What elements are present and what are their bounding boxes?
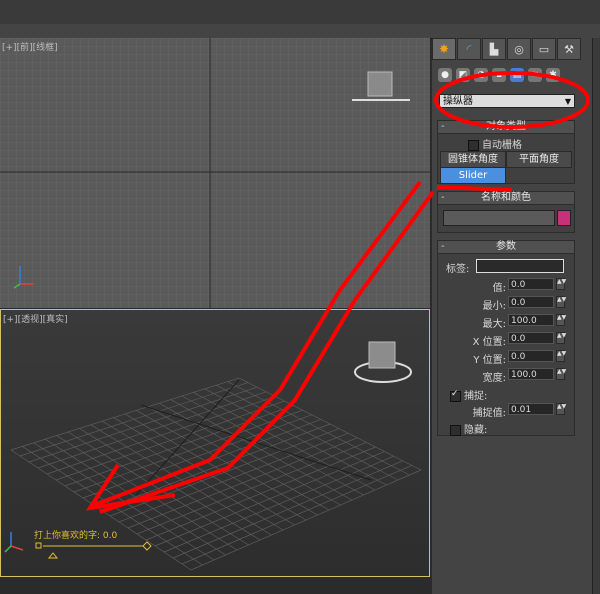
autogrid-label: 自动栅格 bbox=[482, 140, 522, 151]
hammer-icon: ⚒ bbox=[564, 42, 574, 56]
curve-icon: ◜ bbox=[466, 42, 472, 56]
snap-label: 捕捉: bbox=[464, 391, 488, 402]
snap-value-label: 捕捉值: bbox=[472, 408, 506, 419]
chevron-down-icon: ▼ bbox=[564, 97, 571, 106]
view-name[interactable]: [透视] bbox=[18, 315, 43, 325]
slider-button[interactable]: Slider bbox=[440, 167, 506, 184]
spinner-arrows-icon[interactable]: ▲▼ bbox=[556, 403, 566, 415]
rollout-header[interactable]: - 参数 bbox=[438, 241, 574, 254]
dropdown-value: 操纵器 bbox=[443, 96, 473, 107]
geometry-icon[interactable]: ● bbox=[438, 68, 452, 82]
value-label: 值: bbox=[492, 283, 506, 294]
hierarchy-tab[interactable]: ▙ bbox=[482, 38, 506, 60]
utilities-tab[interactable]: ⚒ bbox=[557, 38, 581, 60]
lights-icon[interactable]: ◔ bbox=[474, 68, 488, 82]
view-name[interactable]: [前] bbox=[17, 43, 33, 53]
shading-mode[interactable]: [真实] bbox=[43, 315, 68, 325]
label-input[interactable] bbox=[476, 259, 564, 273]
snap-value-spinner[interactable]: 0.01 bbox=[508, 403, 554, 415]
monitor-icon: ▭ bbox=[538, 42, 550, 56]
snap-checkbox[interactable] bbox=[450, 389, 461, 402]
min-label: 最小: bbox=[482, 301, 506, 312]
command-tabs: ✸ ◜ ▙ ◎ ▭ ⚒ bbox=[432, 38, 592, 60]
width-row: 宽度: 100.0 ▲▼ bbox=[438, 368, 574, 384]
shading-mode[interactable]: [线框] bbox=[33, 43, 58, 53]
x-position-spinner[interactable]: 0.0 bbox=[508, 332, 554, 344]
snap-row[interactable]: 捕捉: bbox=[450, 387, 487, 402]
slider-manipulator bbox=[35, 541, 152, 559]
create-tab[interactable]: ✸ bbox=[432, 38, 456, 60]
rollout-title: 名称和颜色 bbox=[481, 192, 531, 203]
shapes-icon[interactable]: ◩ bbox=[456, 68, 470, 82]
rollout-header[interactable]: - 名称和颜色 bbox=[438, 192, 574, 205]
motion-tab[interactable]: ◎ bbox=[507, 38, 531, 60]
cameras-icon[interactable]: ▪ bbox=[492, 68, 506, 82]
front-grid bbox=[0, 38, 430, 308]
max-label: 最大: bbox=[482, 319, 506, 330]
viewcube-icon bbox=[354, 341, 412, 383]
main-toolbar bbox=[0, 0, 600, 25]
width-spinner[interactable]: 100.0 bbox=[508, 368, 554, 380]
rollout-header[interactable]: - 对象类型 bbox=[438, 121, 574, 134]
value-spinner[interactable]: 0.0 bbox=[508, 278, 554, 290]
rollout-title: 参数 bbox=[496, 241, 516, 252]
spinner-arrows-icon[interactable]: ▲▼ bbox=[556, 368, 566, 380]
min-spinner[interactable]: 0.0 bbox=[508, 296, 554, 308]
viewport-menu[interactable]: [+] bbox=[3, 315, 18, 325]
plane-angle-button[interactable]: 平面角度 bbox=[506, 151, 572, 168]
spacewarps-icon[interactable]: ≋ bbox=[528, 68, 542, 82]
object-type-rollout: - 对象类型 自动栅格 圆锥体角度 平面角度 Slider bbox=[437, 120, 575, 184]
viewport-front-label[interactable]: [+][前][线框] bbox=[2, 40, 58, 53]
spinner-arrows-icon[interactable]: ▲▼ bbox=[556, 314, 566, 326]
category-dropdown[interactable]: 操纵器 ▼ bbox=[439, 94, 575, 108]
viewport-front[interactable]: [+][前][线框] bbox=[0, 38, 430, 308]
create-category-icons: ● ◩ ◔ ▪ ▤ ≋ ✱ bbox=[438, 68, 560, 82]
x-position-row: X 位置: 0.0 ▲▼ bbox=[438, 332, 574, 348]
object-name-field[interactable] bbox=[443, 210, 555, 226]
y-position-row: Y 位置: 0.0 ▲▼ bbox=[438, 350, 574, 366]
systems-icon[interactable]: ✱ bbox=[546, 68, 560, 82]
min-row: 最小: 0.0 ▲▼ bbox=[438, 296, 574, 312]
display-tab[interactable]: ▭ bbox=[532, 38, 556, 60]
command-panel: ✸ ◜ ▙ ◎ ▭ ⚒ ● ◩ ◔ ▪ ▤ ≋ ✱ 操纵器 ▼ - 对象类型 自动… bbox=[432, 38, 592, 594]
cone-angle-button[interactable]: 圆锥体角度 bbox=[440, 151, 506, 168]
hidden-row[interactable]: 隐藏: bbox=[450, 421, 487, 436]
viewport-menu[interactable]: [+] bbox=[2, 43, 17, 53]
spinner-arrows-icon[interactable]: ▲▼ bbox=[556, 332, 566, 344]
label-caption: 标签: bbox=[446, 264, 470, 275]
spinner-arrows-icon[interactable]: ▲▼ bbox=[556, 296, 566, 308]
spinner-arrows-icon[interactable]: ▲▼ bbox=[556, 350, 566, 362]
axis-tripod-icon bbox=[4, 532, 24, 553]
helpers-icon[interactable]: ▤ bbox=[510, 68, 524, 82]
snap-value-row: 捕捉值: 0.01 ▲▼ bbox=[438, 403, 574, 419]
autogrid-checkbox[interactable] bbox=[468, 139, 479, 151]
hierarchy-icon: ▙ bbox=[489, 42, 499, 56]
spinner-arrows-icon[interactable]: ▲▼ bbox=[556, 278, 566, 290]
max-row: 最大: 100.0 ▲▼ bbox=[438, 314, 574, 330]
name-color-rollout: - 名称和颜色 bbox=[437, 191, 575, 233]
rollout-title: 对象类型 bbox=[486, 121, 526, 132]
autogrid-row[interactable]: 自动栅格 bbox=[468, 136, 522, 151]
slider-hud-text: 打上你喜欢的字: 0.0 bbox=[34, 531, 118, 541]
width-label: 宽度: bbox=[482, 373, 506, 384]
viewport-perspective-label[interactable]: [+][透视][真实] bbox=[3, 312, 68, 325]
y-position-spinner[interactable]: 0.0 bbox=[508, 350, 554, 362]
parameters-rollout: - 参数 标签: 值: 0.0 ▲▼ 最小: 0.0 ▲▼ 最大: 100.0 ▲▼ X 位置… bbox=[437, 240, 575, 436]
x-position-label: X 位置: bbox=[472, 337, 506, 348]
secondary-toolbar bbox=[0, 24, 600, 39]
object-color-swatch[interactable] bbox=[557, 210, 571, 226]
hidden-checkbox[interactable] bbox=[450, 424, 461, 436]
sun-icon: ✸ bbox=[438, 42, 450, 56]
modify-tab[interactable]: ◜ bbox=[457, 38, 481, 60]
panel-scrollbar[interactable] bbox=[592, 38, 600, 594]
value-row: 值: 0.0 ▲▼ bbox=[438, 278, 574, 294]
motion-icon: ◎ bbox=[514, 42, 524, 56]
max-spinner[interactable]: 100.0 bbox=[508, 314, 554, 326]
hidden-label: 隐藏: bbox=[464, 425, 488, 436]
y-position-label: Y 位置: bbox=[473, 355, 506, 366]
